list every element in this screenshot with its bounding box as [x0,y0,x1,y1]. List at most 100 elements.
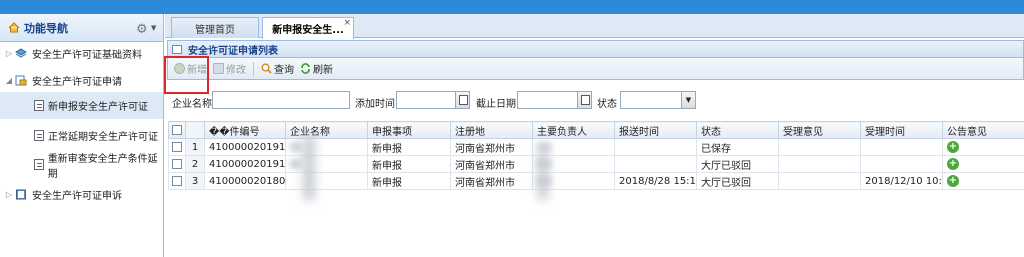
tree-node-appeal[interactable]: ▷ 安全生产许可证申诉 [0,183,163,205]
tab-label: 管理首页 [195,24,235,36]
sidebar-item-label: 新申报安全生产许可证 [48,102,148,113]
cell-reg: 河南省郑州市 [450,155,533,173]
sidebar-item-label: 重新审查安全生产条件延期 [47,153,158,180]
cell-reg: 河南省郑州市 [450,138,533,156]
add-time-input[interactable] [396,91,470,109]
layers-icon [15,47,27,58]
row-checkbox[interactable] [168,138,186,156]
search-form: 企业名称 添加时间 截止日期 状态 ▼ [167,88,1024,114]
chevron-down-icon[interactable]: ▼ [681,92,695,108]
cell-accept-time [860,138,943,156]
redacted-area [538,150,548,200]
edit-icon [213,63,224,74]
edit-button-label: 修改 [226,65,246,76]
column-header[interactable]: 公告意见 [942,121,1024,139]
sidebar-header: 功能导航 ⚙ ▼ [0,14,163,42]
cell-notice: + [942,155,1024,173]
row-number: 3 [185,172,205,190]
toolbar-separator [253,61,254,76]
cell-company [285,155,368,173]
expand-arrow-icon[interactable]: ▷ [3,49,15,58]
column-header[interactable]: 受理意见 [778,121,861,139]
sidebar-item-reexamination[interactable]: 重新审查安全生产条件延期 [0,151,163,180]
calendar-icon[interactable] [455,92,469,108]
cell-accept-time: 2018/12/10 10:... [860,172,943,190]
column-header[interactable]: 状态 [696,121,779,139]
cell-opinion [778,172,861,190]
cell-notice: + [942,172,1024,190]
column-header[interactable]: 受理时间 [860,121,943,139]
status-select[interactable]: ▼ [620,91,696,109]
query-button-label: 查询 [274,65,294,76]
tree-node-label: 安全生产许可证申诉 [32,190,122,202]
collapse-arrow-icon[interactable]: ◢ [3,76,15,85]
column-header[interactable]: 主要负责人 [532,121,615,139]
query-button[interactable]: 查询 [258,60,297,78]
close-icon[interactable]: × [343,18,351,28]
deadline-label: 截止日期 [476,99,516,110]
status-label: 状态 [597,99,617,110]
cell-submit-time [614,138,697,156]
table-row[interactable]: 2 410000020191... 新申报 河南省郑州市 大厅已驳回 + [168,155,1024,173]
table-row[interactable]: 3 410000020180... 新申报 河南省郑州市 2018/8/28 1… [168,172,1024,190]
row-checkbox[interactable] [168,155,186,173]
add-time-label: 添加时间 [355,99,395,110]
tree-node-label: 安全生产许可证申请 [32,76,122,88]
cell-opinion [778,155,861,173]
cell-notice: + [942,138,1024,156]
cell-item: 新申报 [367,172,451,190]
tree-node-basic-info[interactable]: ▷ 安全生产许可证基础资料 [0,42,163,64]
refresh-button-label: 刷新 [313,65,333,76]
sidebar-item-normal-extension[interactable]: 正常延期安全生产许可证 [0,122,163,149]
company-input[interactable] [212,91,350,109]
calendar-icon[interactable] [577,92,591,108]
cell-item: 新申报 [367,138,451,156]
deadline-input[interactable] [517,91,592,109]
sidebar-title: 功能导航 [24,21,68,35]
grid-icon [172,44,182,54]
column-header[interactable]: 注册地 [450,121,533,139]
add-icon[interactable]: + [947,175,959,187]
table-row[interactable]: 1 410000020191... 新申报 河南省郑州市 已保存 + [168,138,1024,156]
cell-code: 410000020191... [204,155,286,173]
column-header[interactable]: 申报事项 [367,121,451,139]
cell-code: 410000020180... [204,172,286,190]
sidebar-item-label: 正常延期安全生产许可证 [48,132,158,143]
cell-code: 410000020191... [204,138,286,156]
redacted-area [303,136,315,200]
column-header[interactable]: 报送时间 [614,121,697,139]
tree-node-application[interactable]: ◢ 安全生产许可证申请 [0,69,163,91]
cell-status: 大厅已驳回 [696,172,779,190]
cell-item: 新申报 [367,155,451,173]
application-grid: ��件编号 企业名称 申报事项 注册地 主要负责人 报送时间 状态 受理意见 受… [168,121,1024,190]
tab-new-application[interactable]: 新申报安全生... × [262,17,354,39]
select-all-checkbox[interactable] [168,121,186,139]
document-icon [34,130,44,141]
tree-node-label: 安全生产许可证基础资料 [32,49,142,61]
gear-icon[interactable]: ⚙ [136,22,148,37]
sidebar-item-new-application[interactable]: 新申报安全生产许可证 [0,92,163,119]
cell-status: 大厅已驳回 [696,155,779,173]
chevron-down-icon[interactable]: ▼ [151,24,156,32]
tab-home[interactable]: 管理首页 [171,17,259,38]
home-icon [8,22,20,33]
cell-submit-time: 2018/8/28 15:1... [614,172,697,190]
tab-label: 新申报安全生... [272,25,344,36]
row-number: 1 [185,138,205,156]
expand-arrow-icon[interactable]: ▷ [3,190,15,199]
row-number: 2 [185,155,205,173]
panel-title-bar: 安全许可证申请列表 [167,40,1024,58]
add-icon[interactable]: + [947,141,959,153]
grid-header-row: ��件编号 企业名称 申报事项 注册地 主要负责人 报送时间 状态 受理意见 受… [168,121,1024,139]
cell-company [285,172,368,190]
column-header[interactable]: 企业名称 [285,121,368,139]
row-checkbox[interactable] [168,172,186,190]
refresh-button[interactable]: 刷新 [297,60,336,78]
cell-accept-time [860,155,943,173]
edit-button[interactable]: 修改 [210,60,249,78]
cell-opinion [778,138,861,156]
add-icon[interactable]: + [947,158,959,170]
document-icon [34,159,44,170]
cell-company [285,138,368,156]
column-header[interactable]: ��件编号 [204,121,286,139]
